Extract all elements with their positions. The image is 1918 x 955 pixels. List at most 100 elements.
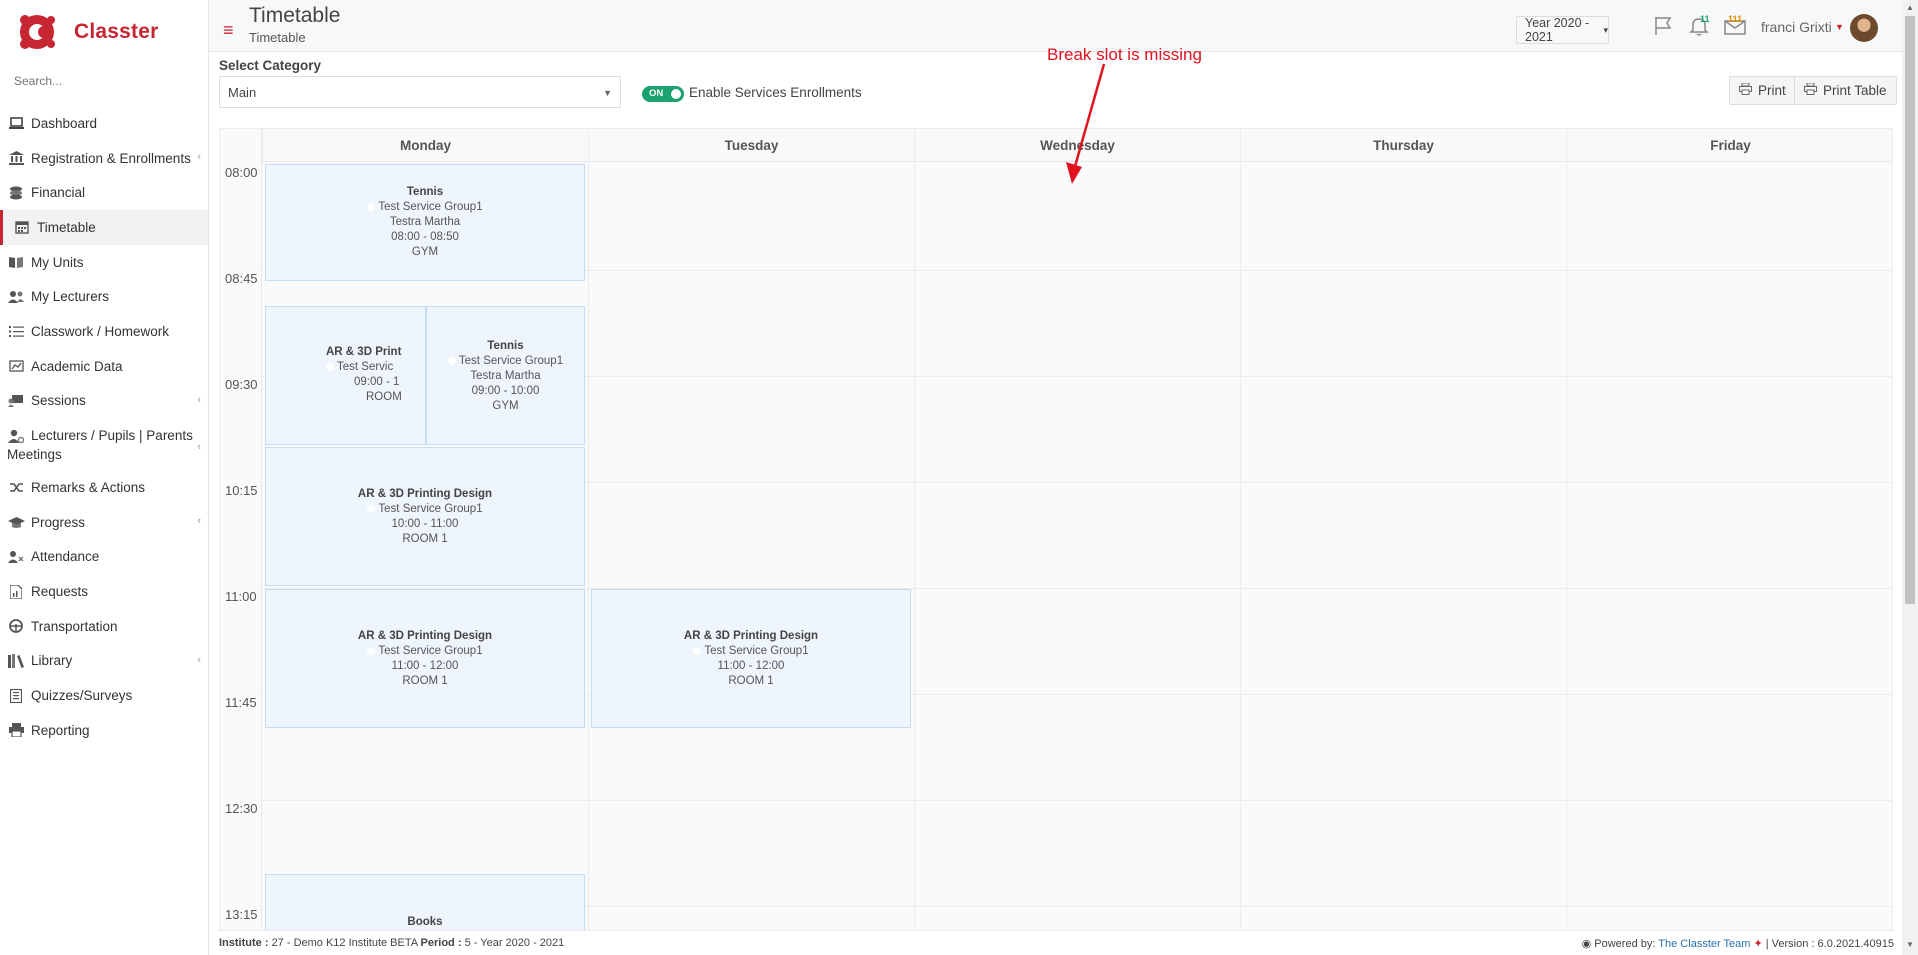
sidebar-item-reporting[interactable]: Reporting xyxy=(0,713,208,748)
version-text: | Version : 6.0.2021.40915 xyxy=(1765,938,1894,950)
tasks-icon xyxy=(7,323,25,339)
footer-info: Institute : 27 - Demo K12 Institute BETA… xyxy=(219,937,564,949)
powered-link[interactable]: The Classter Team xyxy=(1658,938,1750,950)
timetable-event[interactable]: Tennis Test Service Group1 Testra Martha… xyxy=(265,164,585,281)
sidebar-item-label: My Lecturers xyxy=(31,289,110,305)
category-select[interactable]: Main ▼ xyxy=(219,76,621,108)
sidebar-item-quizzes[interactable]: Quizzes/Surveys xyxy=(0,678,208,713)
event-time: 08:00 - 08:50 xyxy=(391,231,459,243)
page-scrollbar[interactable]: ▲ ▼ xyxy=(1902,0,1918,955)
grid-column-divider xyxy=(588,129,589,930)
timetable-event[interactable]: AR & 3D Printing Design Test Service Gro… xyxy=(591,589,911,728)
sidebar-item-timetable[interactable]: Timetable xyxy=(0,210,208,245)
search-input[interactable] xyxy=(14,74,194,88)
sidebar-item-progress[interactable]: Progress ‹ xyxy=(0,505,208,540)
sidebar-item-label: Lecturers / Pupils | Parents Meetings xyxy=(7,428,193,463)
sidebar-item-requests[interactable]: Requests xyxy=(0,574,208,609)
chevron-left-icon: ‹ xyxy=(197,150,201,163)
scrollbar-thumb[interactable] xyxy=(1905,16,1915,604)
annotation-arrow-icon xyxy=(1066,63,1106,184)
chevron-left-icon: ‹ xyxy=(197,653,201,666)
steering-wheel-icon xyxy=(7,618,25,634)
enable-services-toggle[interactable]: ON xyxy=(642,86,684,102)
status-dot-icon xyxy=(447,357,456,365)
sidebar-item-label: Library xyxy=(31,653,73,669)
scroll-up-arrow-icon[interactable]: ▲ xyxy=(1906,3,1914,12)
sidebar-item-label: Registration & Enrollments xyxy=(31,150,191,166)
sidebar-item-label: Requests xyxy=(31,584,89,600)
sidebar-item-label: Attendance xyxy=(31,549,100,565)
event-room: GYM xyxy=(492,400,519,412)
event-time: 09:00 - 10:00 xyxy=(471,385,540,397)
sidebar-item-academic-data[interactable]: Academic Data xyxy=(0,349,208,384)
event-lecturer: Testra Martha xyxy=(470,370,541,382)
print-button[interactable]: Print xyxy=(1729,76,1796,105)
sidebar-item-label: Classwork / Homework xyxy=(31,323,170,339)
timetable-event[interactable]: Books xyxy=(265,874,585,930)
classter-small-icon: ◉ xyxy=(1581,938,1592,950)
sidebar-item-my-units[interactable]: My Units xyxy=(0,245,208,280)
toggle-state: ON xyxy=(649,88,664,99)
scroll-down-arrow-icon[interactable]: ▼ xyxy=(1906,940,1914,949)
breadcrumb: Timetable xyxy=(249,30,306,45)
grid-column-divider xyxy=(914,129,915,930)
printer-icon xyxy=(1804,82,1817,98)
sidebar-item-transportation[interactable]: Transportation xyxy=(0,609,208,644)
event-time: 11:00 - 12:00 xyxy=(717,660,785,672)
caret-down-icon: ▼ xyxy=(603,88,612,98)
period-label: Period : xyxy=(420,937,462,949)
flag-icon[interactable] xyxy=(1653,16,1673,41)
print-button-label: Print xyxy=(1758,83,1786,98)
time-label: 08:45 xyxy=(225,271,258,286)
sidebar-item-financial[interactable]: Financial xyxy=(0,175,208,210)
event-group: Test Service Group1 xyxy=(378,503,483,515)
sidebar-item-classwork[interactable]: Classwork / Homework xyxy=(0,314,208,349)
status-dot-icon xyxy=(693,647,702,655)
sidebar-item-dashboard[interactable]: Dashboard xyxy=(0,106,208,141)
chart-board-icon xyxy=(7,358,25,374)
user-gear-icon xyxy=(7,428,25,444)
books-icon xyxy=(7,653,25,669)
classter-logo-icon xyxy=(16,11,58,53)
app-logo[interactable]: Classter xyxy=(16,8,206,56)
print-table-button[interactable]: Print Table xyxy=(1794,76,1897,105)
sidebar-item-registration[interactable]: Registration & Enrollments ‹ xyxy=(0,141,208,176)
caret-down-icon[interactable]: ▼ xyxy=(1835,22,1844,32)
hamburger-menu-icon[interactable]: ≡ xyxy=(223,20,234,41)
sidebar-item-label: Financial xyxy=(31,185,86,201)
sidebar-item-label: Quizzes/Surveys xyxy=(31,688,133,704)
footer: Institute : 27 - Demo K12 Institute BETA… xyxy=(209,931,1902,955)
sidebar-item-my-lecturers[interactable]: My Lecturers xyxy=(0,279,208,314)
timetable-event[interactable]: AR & 3D Print Test Servic 09:00 - 1 ROOM xyxy=(265,306,426,445)
sidebar-item-attendance[interactable]: Attendance xyxy=(0,540,208,575)
event-title: Tennis xyxy=(487,340,524,352)
toggle-knob xyxy=(671,89,681,99)
sidebar-item-library[interactable]: Library ‹ xyxy=(0,644,208,679)
event-title: AR & 3D Print xyxy=(326,346,402,358)
user-name[interactable]: franci Grixti xyxy=(1761,19,1832,35)
year-select[interactable]: Year 2020 - 2021 ▾ xyxy=(1516,16,1609,44)
event-group: Test Service Group1 xyxy=(458,355,564,367)
sidebar-item-label: Dashboard xyxy=(31,115,98,131)
notifications-badge: 11 xyxy=(1700,14,1710,24)
enable-services-label: Enable Services Enrollments xyxy=(689,85,862,100)
list-file-icon xyxy=(7,688,25,704)
timetable-event[interactable]: AR & 3D Printing Design Test Service Gro… xyxy=(265,589,585,728)
timetable-event[interactable]: AR & 3D Printing Design Test Service Gro… xyxy=(265,447,585,586)
chevron-left-icon: ‹ xyxy=(197,514,201,527)
sidebar-item-sessions[interactable]: Sessions ‹ xyxy=(0,384,208,419)
avatar[interactable] xyxy=(1850,14,1878,42)
calendar-icon xyxy=(13,219,31,235)
file-chart-icon xyxy=(7,584,25,600)
sidebar-item-meetings[interactable]: Lecturers / Pupils | Parents Meetings ‹ xyxy=(0,418,208,470)
status-dot-icon xyxy=(367,647,376,655)
timetable-event[interactable]: Tennis Test Service Group1 Testra Martha… xyxy=(426,306,585,445)
sidebar-item-remarks[interactable]: Remarks & Actions xyxy=(0,470,208,505)
printer-icon xyxy=(1739,82,1752,98)
sidebar-item-label: Reporting xyxy=(31,722,90,738)
shuffle-icon xyxy=(7,480,25,496)
app-name: Classter xyxy=(74,20,159,43)
grid-row-divider xyxy=(262,800,1892,801)
sidebar-item-label: Transportation xyxy=(31,618,118,634)
powered-label: Powered by: xyxy=(1594,938,1656,950)
